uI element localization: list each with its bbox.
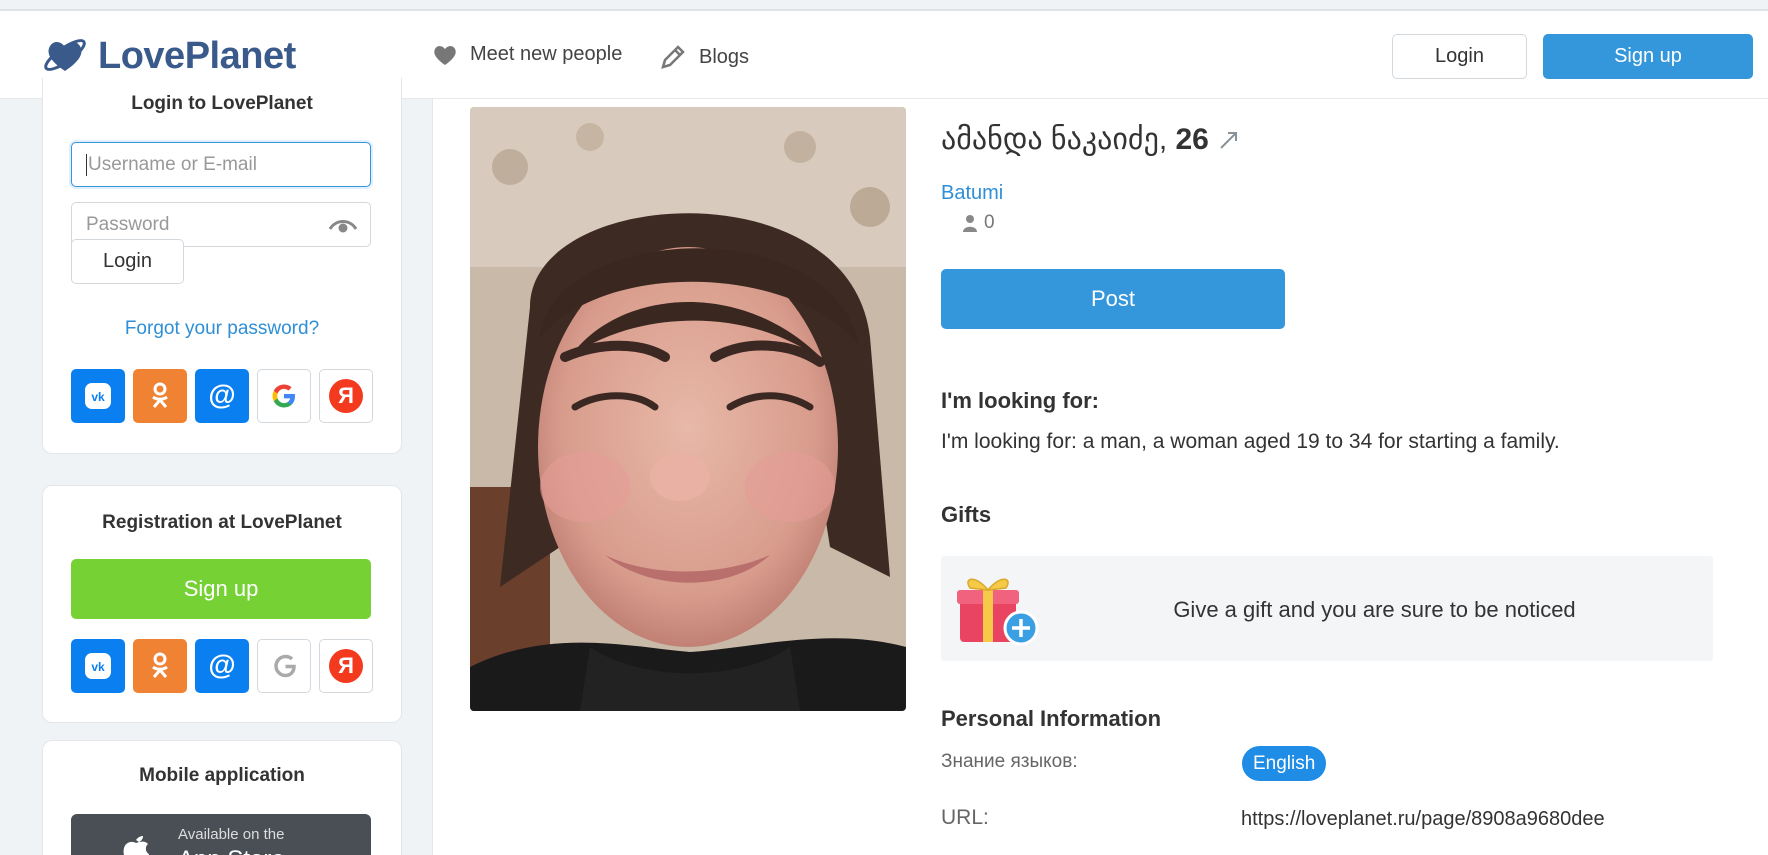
planet-heart-logo-icon — [44, 39, 86, 71]
yandex-icon[interactable]: Я — [319, 639, 373, 693]
name-age-separator: , — [1158, 123, 1168, 156]
nav-blogs-label: Blogs — [699, 45, 750, 68]
svg-text:vk: vk — [91, 390, 105, 404]
header-signup-button[interactable]: Sign up — [1543, 34, 1753, 79]
gifts-heading: Gifts — [941, 502, 992, 527]
nav-meet-new-people[interactable]: Meet new people — [432, 43, 622, 66]
url-label: URL: — [941, 806, 989, 829]
language-badge: English — [1242, 746, 1327, 781]
registration-social-buttons: vk @ Я — [71, 639, 373, 693]
login-card-title: Login to LovePlanet — [131, 93, 313, 114]
registration-signup-button[interactable]: Sign up — [71, 559, 371, 619]
profile-url-value: https://loveplanet.ru/page/8908a9680dee — [1241, 808, 1605, 830]
friends-count: 0 — [984, 212, 995, 233]
gift-banner[interactable]: Give a gift and you are sure to be notic… — [941, 556, 1713, 661]
svg-text:@: @ — [208, 380, 235, 410]
mail-ru-icon[interactable]: @ — [195, 369, 249, 423]
yandex-icon[interactable]: Я — [319, 369, 373, 423]
google-icon[interactable] — [257, 639, 311, 693]
profile-city-link[interactable]: Batumi — [941, 182, 1003, 205]
nav-blogs[interactable]: Blogs — [659, 43, 749, 71]
logo-text: LovePlanet — [98, 34, 296, 77]
login-social-buttons: vk @ Я — [71, 369, 373, 423]
header-login-button[interactable]: Login — [1392, 34, 1527, 79]
languages-label: Знание языков: — [941, 751, 1078, 772]
username-input[interactable]: Username or E-mail — [71, 142, 371, 187]
username-placeholder: Username or E-mail — [88, 153, 257, 175]
google-icon[interactable] — [257, 369, 311, 423]
profile-name-text: ამანდა ნაკაიძე — [941, 123, 1159, 156]
mobile-card-title: Mobile application — [139, 765, 305, 786]
post-button[interactable]: Post — [941, 269, 1285, 329]
login-card: Login to LovePlanet Username or E-mail P… — [42, 78, 402, 454]
pencil-icon — [661, 45, 685, 69]
forgot-password-link[interactable]: Forgot your password? — [43, 318, 401, 340]
svg-text:vk: vk — [91, 660, 105, 674]
profile-photo[interactable] — [470, 107, 906, 711]
password-placeholder: Password — [86, 213, 170, 235]
vk-icon[interactable]: vk — [71, 369, 125, 423]
text-caret — [86, 153, 87, 176]
apple-icon — [123, 836, 149, 855]
profile-age: 26 — [1175, 123, 1209, 156]
profile-friends: 0 — [962, 212, 995, 234]
nav-meet-label: Meet new people — [470, 43, 623, 65]
personal-info-heading: Personal Information — [941, 706, 1162, 731]
odnoklassniki-icon[interactable] — [133, 369, 187, 423]
mobile-app-card: Mobile application Available on the App … — [42, 740, 402, 855]
person-icon — [963, 215, 977, 232]
appstore-small-text: Available on the — [178, 826, 285, 843]
appstore-big-text: App Store — [178, 846, 285, 855]
vk-icon[interactable]: vk — [71, 639, 125, 693]
gender-male-icon — [1220, 131, 1237, 149]
heart-icon — [434, 45, 456, 65]
profile-name: ამანდა ნაკაიძე, 26 — [941, 122, 1241, 157]
svg-text:@: @ — [208, 650, 235, 680]
looking-for-heading: I'm looking for: — [941, 388, 1099, 413]
looking-for-text: I'm looking for: a man, a woman aged 19 … — [941, 430, 1560, 453]
odnoklassniki-icon[interactable] — [133, 639, 187, 693]
gift-banner-text: Give a gift and you are sure to be notic… — [1173, 597, 1576, 622]
mail-ru-icon[interactable]: @ — [195, 639, 249, 693]
show-password-eye-icon[interactable] — [328, 215, 358, 235]
registration-card: Registration at LovePlanet Sign up vk @ … — [42, 485, 402, 723]
registration-card-title: Registration at LovePlanet — [102, 512, 342, 533]
app-store-button[interactable]: Available on the App Store — [71, 814, 371, 855]
logo[interactable]: LovePlanet — [40, 31, 296, 81]
sidebar-login-button[interactable]: Login — [71, 239, 184, 284]
